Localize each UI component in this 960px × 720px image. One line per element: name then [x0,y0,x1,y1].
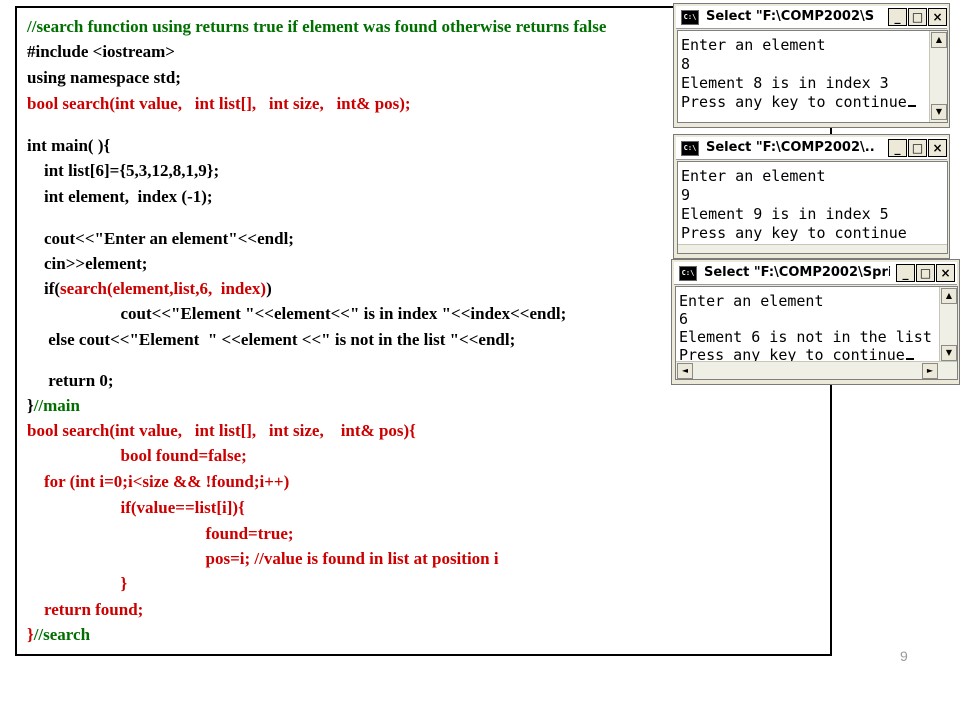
console-output-line: Enter an element [679,292,824,310]
code-line: } [27,574,128,594]
maximize-button[interactable]: □ [908,8,927,26]
console-titlebar[interactable]: C:\ Select "F:\COMP2002\S... _ □ × [676,6,947,29]
code-segment: cout<<"Element "<<element<<" is in index… [27,304,567,323]
scroll-left-icon[interactable]: ◄ [677,363,693,379]
code-line: cout<<"Enter an element"<<endl; [27,229,294,249]
vertical-scrollbar[interactable]: ▲ ▼ [929,31,947,122]
scroll-up-icon[interactable]: ▲ [931,32,947,48]
code-segment: return found; [27,600,144,619]
scroll-up-icon[interactable]: ▲ [941,288,957,304]
code-segment: using namespace std; [27,68,181,87]
code-segment: search(element,list,6, index) [60,279,267,298]
console-system-icon[interactable]: C:\ [681,141,699,156]
code-segment: found=true; [27,524,294,543]
code-segment: bool found=false; [27,446,247,465]
code-line: return 0; [27,371,114,391]
code-segment: } [27,574,128,593]
code-line: bool search(int value, int list[], int s… [27,421,416,441]
code-line: pos=i; //value is found in list at posit… [27,549,499,569]
code-segment: if(value==list[i]){ [27,498,245,517]
code-line: }//main [27,396,80,416]
close-button[interactable]: × [936,264,955,282]
code-segment: bool search(int value, int list[], int s… [27,421,416,440]
close-button[interactable]: × [928,139,947,157]
console-output-line: Element 8 is in index 3 [681,74,889,92]
code-line: if(search(element,list,6, index)) [27,279,272,299]
console-window[interactable]: C:\ Select "F:\COMP2002\Spri... _ □ × En… [671,259,960,385]
code-segment: cin>>element; [27,254,148,273]
console-output-line: 8 [681,55,691,73]
scroll-down-icon[interactable]: ▼ [931,104,947,120]
code-segment: else cout<<"Element " <<element <<" is n… [27,330,516,349]
code-line: }//search [27,625,90,645]
code-segment: int element, index (-1); [27,187,213,206]
console-output-line: Press any key to continue [681,224,907,242]
code-line: #include <iostream> [27,42,175,62]
code-line: else cout<<"Element " <<element <<" is n… [27,330,515,350]
code-line: int main( ){ [27,136,110,156]
console-output-line: Element 9 is in index 5 [681,205,889,223]
console-titlebar[interactable]: C:\ Select "F:\COMP2002\Spri... _ □ × [674,262,957,285]
console-output-line: Element 6 is not in the list [679,328,932,346]
close-button[interactable]: × [928,8,947,26]
code-line: cout<<"Element "<<element<<" is in index… [27,304,567,324]
code-line: if(value==list[i]){ [27,498,245,518]
code-segment: } [27,396,34,415]
console-output-line: Press any key to continue [681,93,916,112]
code-segment: bool search(int value, int list[], int s… [27,94,411,113]
code-segment: if( [27,279,61,298]
code-segment: } [27,625,34,644]
code-line: int element, index (-1); [27,187,213,207]
code-segment: //main [33,396,80,415]
console-window[interactable]: C:\ Select "F:\COMP2002\S... _ □ × Enter… [673,3,950,128]
console-title: Select "F:\COMP2002\Spri... [704,265,890,280]
horizontal-scrollbar[interactable]: ◄ ► [676,361,957,379]
console-title: Select "F:\COMP2002\S... [706,9,874,24]
code-segment: int list[6]={5,3,12,8,1,9}; [27,161,220,180]
console-window[interactable]: C:\ Select "F:\COMP2002\... _ □ × Enter … [673,134,950,259]
code-segment: return 0; [27,371,114,390]
console-title: Select "F:\COMP2002\... [706,140,874,155]
console-output[interactable]: Enter an element 9 Element 9 is in index… [677,161,948,254]
code-line: bool search(int value, int list[], int s… [27,94,411,114]
code-segment: pos=i; //value is found in list at posit… [27,549,499,568]
maximize-button[interactable]: □ [916,264,935,282]
code-line: using namespace std; [27,68,181,88]
code-line: return found; [27,600,143,620]
text-cursor [905,358,914,360]
code-segment: #include <iostream> [27,42,175,61]
console-system-icon[interactable]: C:\ [681,10,699,25]
minimize-button[interactable]: _ [888,8,907,26]
code-segment: cout<<"Enter an element"<<endl; [27,229,294,248]
console-output[interactable]: Enter an element 8 Element 8 is in index… [677,30,948,123]
code-segment: ) [266,279,272,298]
maximize-button[interactable]: □ [908,139,927,157]
code-segment: //search [33,625,91,644]
console-output-line: Enter an element [681,167,826,185]
console-output-line: Enter an element [681,36,826,54]
code-line: bool found=false; [27,446,247,466]
console-output[interactable]: Enter an element 6 Element 6 is not in t… [675,286,958,380]
text-cursor [907,105,916,107]
code-segment: //search function using returns true if … [27,17,607,36]
console-system-icon[interactable]: C:\ [679,266,697,281]
page-number: 9 [900,648,908,664]
code-line: for (int i=0;i<size && !found;i++) [27,472,289,492]
code-segment: for (int i=0;i<size && !found;i++) [27,472,290,491]
minimize-button[interactable]: _ [896,264,915,282]
console-output-text: Press any key to continue [681,93,907,111]
code-segment: int main( ){ [27,136,111,155]
console-output-line: 9 [681,186,691,204]
minimize-button[interactable]: _ [888,139,907,157]
scroll-right-icon[interactable]: ► [922,363,938,379]
vertical-scrollbar[interactable]: ▲ ▼ [939,287,957,363]
horizontal-scrollbar[interactable] [678,244,947,253]
code-line: int list[6]={5,3,12,8,1,9}; [27,161,219,181]
console-output-line: 6 [679,310,689,328]
code-line: cin>>element; [27,254,147,274]
code-line: found=true; [27,524,294,544]
scroll-down-icon[interactable]: ▼ [941,345,957,361]
code-line: //search function using returns true if … [27,17,606,37]
console-titlebar[interactable]: C:\ Select "F:\COMP2002\... _ □ × [676,137,947,160]
